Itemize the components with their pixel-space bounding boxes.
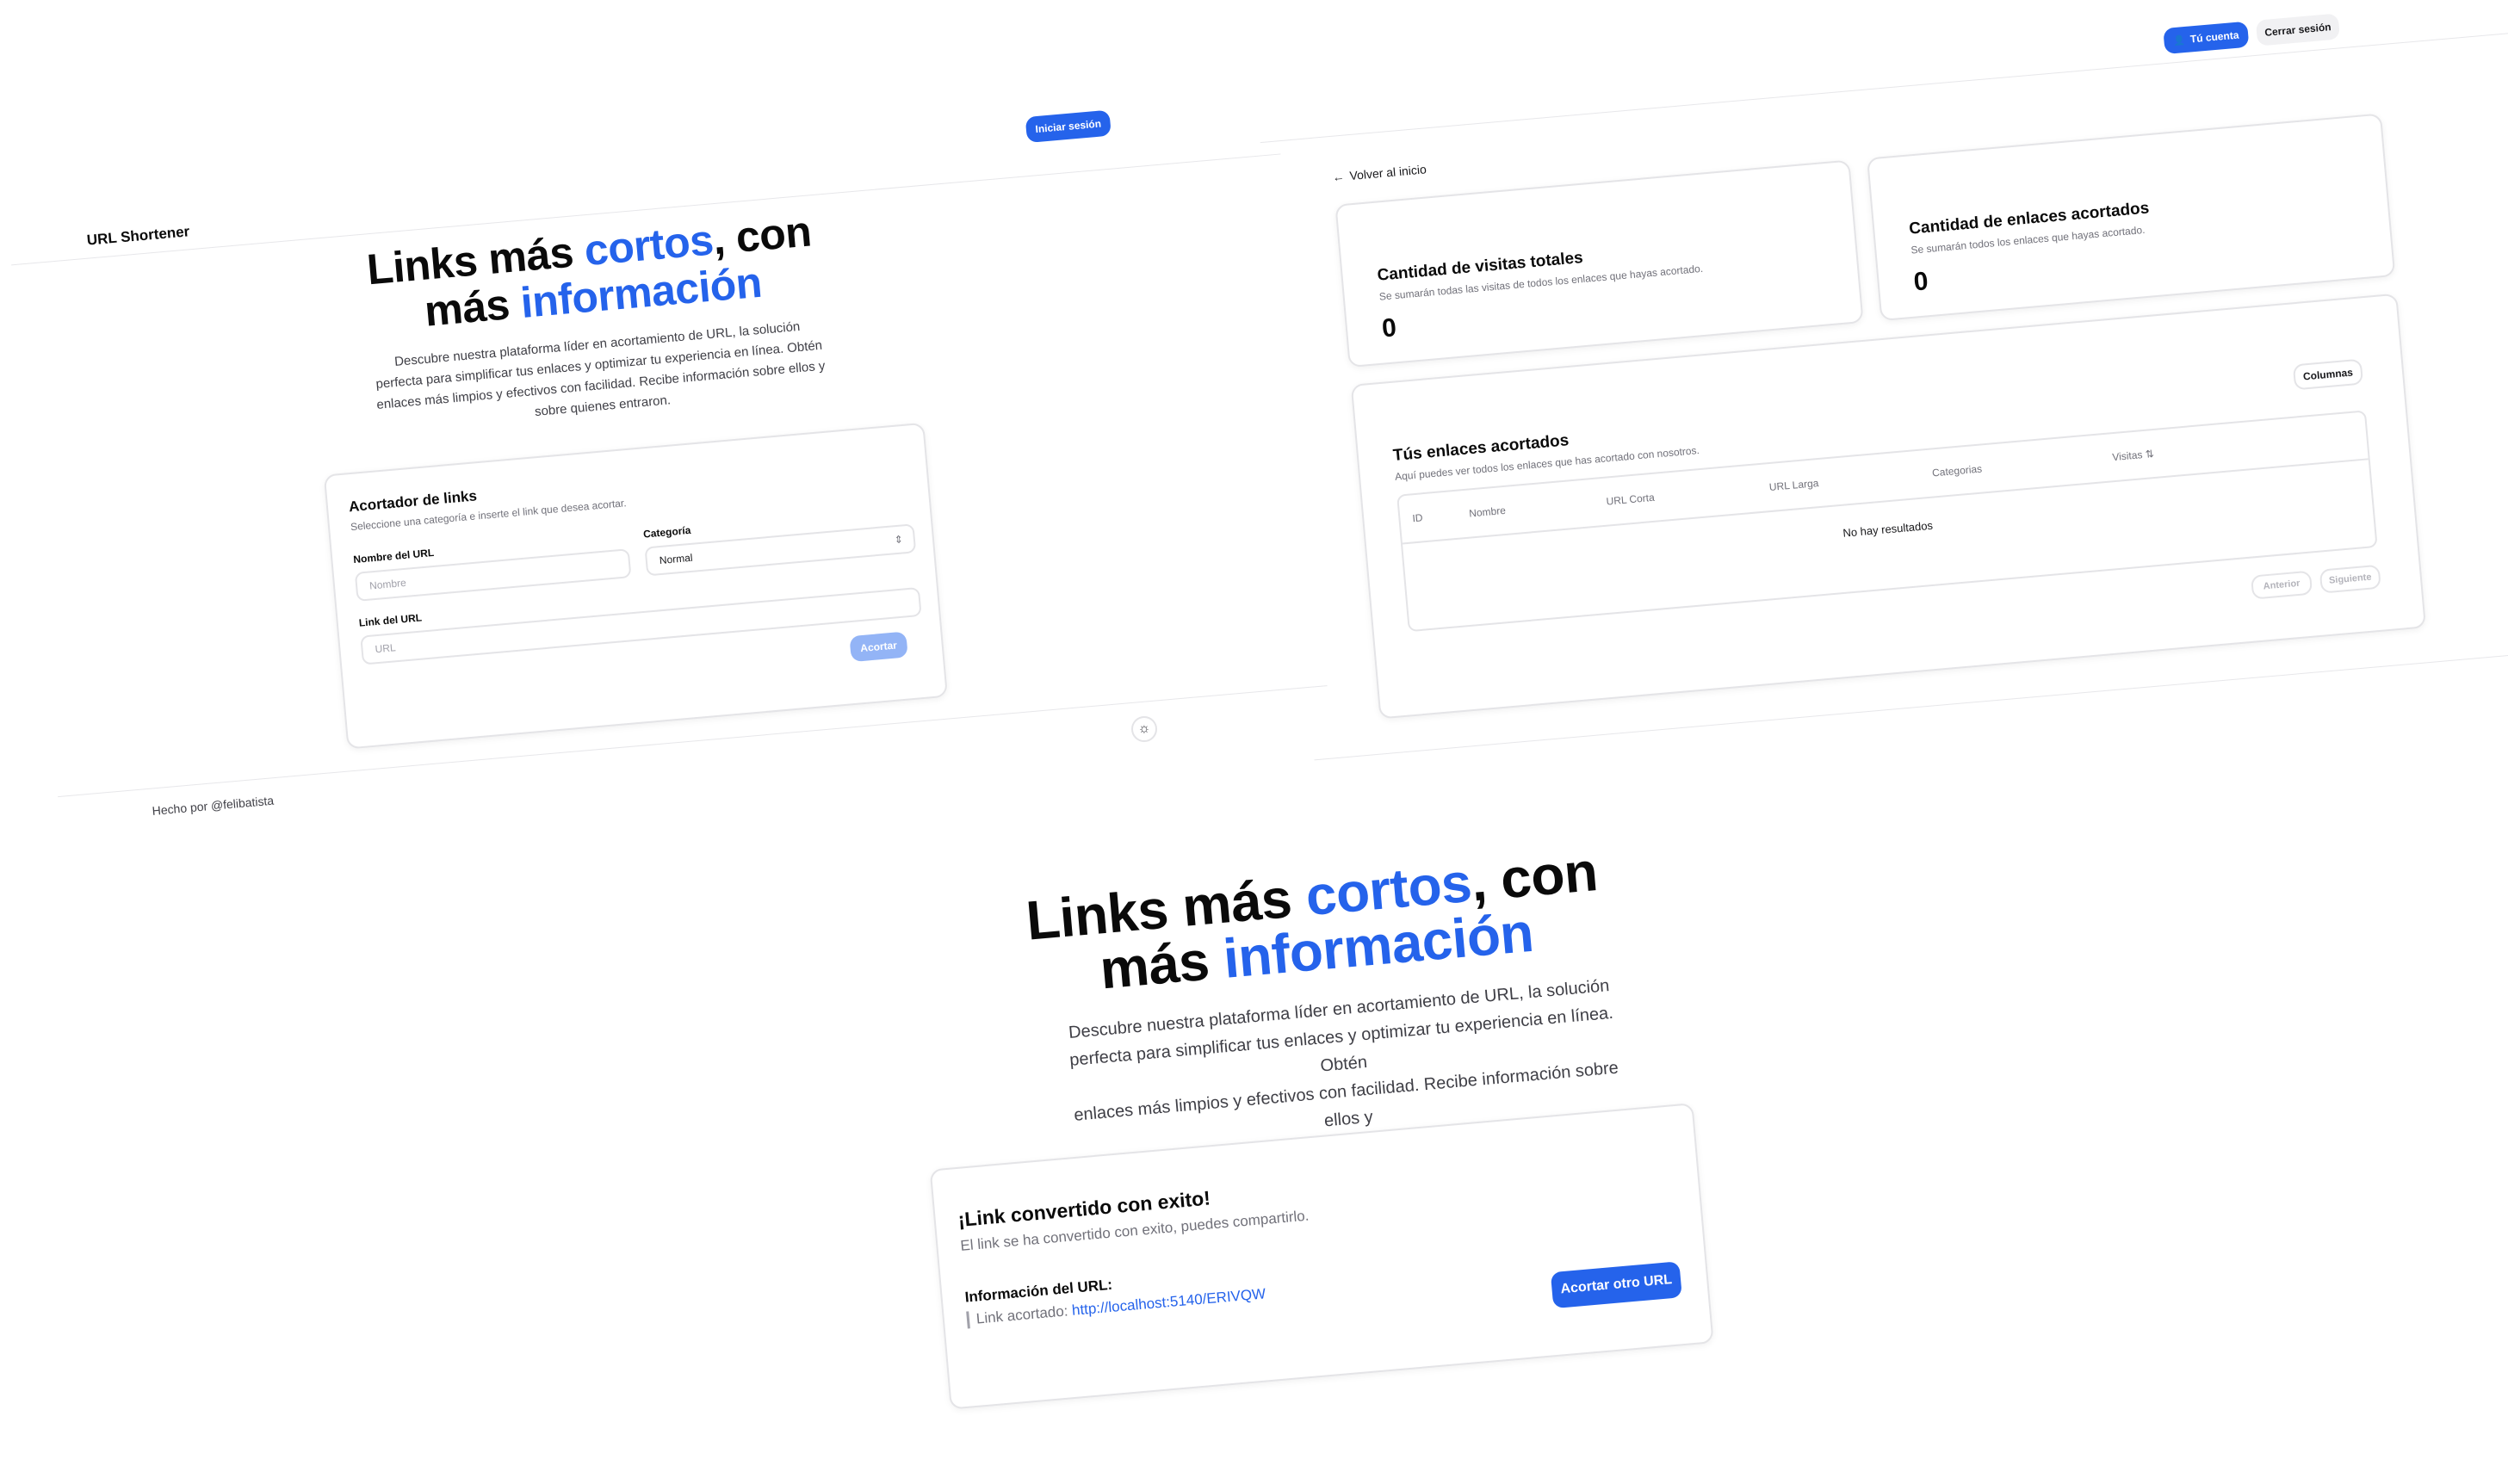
hero-text: más (422, 279, 523, 336)
logo[interactable]: URL Shortener (86, 223, 190, 249)
sun-icon[interactable]: ☼ (1131, 716, 1157, 742)
links-card: Cantidad de enlaces acortados Se sumarán… (1867, 113, 2396, 322)
hero-text: más (1097, 928, 1227, 1001)
dashboard-screen: 👤 Tú cuenta Cerrar sesión ← Volver al in… (1260, 1, 2508, 761)
name-placeholder: Nombre (368, 576, 407, 592)
success-card: ¡Link convertido con exito! El link se h… (929, 1103, 1714, 1410)
columns-button[interactable]: Columnas (2292, 358, 2364, 391)
column-header: Nombre (1468, 504, 1507, 520)
visits-card-value: 0 (1380, 313, 1398, 343)
link-label: Link del URL (358, 611, 423, 629)
back-link[interactable]: ← Volver al inicio (1332, 162, 1427, 183)
chevron-updown-icon: ⇕ (894, 533, 904, 547)
arrow-left-icon: ← (1331, 169, 1346, 184)
name-label: Nombre del URL (352, 546, 435, 566)
column-header: URL Corta (1606, 491, 1656, 508)
column-header: URL Larga (1768, 477, 1819, 494)
column-header: Visitas (2111, 448, 2144, 464)
column-header: ID (1411, 511, 1424, 525)
home-screen: Iniciar sesión URL Shortener Links más c… (0, 25, 1329, 822)
prev-page-button[interactable]: Anterior (2250, 570, 2313, 600)
shorten-button[interactable]: Acortar (849, 631, 908, 663)
sort-icon: ⇅ (2145, 448, 2155, 461)
link-input[interactable]: URL (360, 586, 922, 665)
category-value: Normal (659, 551, 694, 567)
hero-text: , con (710, 207, 814, 264)
category-label: Categoría (642, 523, 691, 541)
account-label: Tú cuenta (2189, 28, 2239, 46)
back-link-label: Volver al inicio (1348, 162, 1427, 183)
link-placeholder: URL (375, 641, 397, 656)
shortener-form-card: Acortador de links Seleccione una catego… (323, 422, 948, 750)
login-button[interactable]: Iniciar sesión (1025, 109, 1112, 144)
links-card-value: 0 (1912, 267, 1929, 297)
success-screen: Links más cortos, con más información De… (904, 807, 1760, 1444)
logout-button[interactable]: Cerrar sesión (2255, 13, 2341, 46)
hero-text: , con (1468, 839, 1601, 913)
short-url-prefix: Link acortado: (975, 1302, 1073, 1327)
visits-card: Cantidad de visitas totales Se sumarán t… (1335, 159, 1864, 368)
account-button[interactable]: 👤 Tú cuenta (2163, 21, 2250, 55)
links-table-card: Tús enlaces acortados Aquí puedes ver to… (1350, 293, 2427, 720)
visits-sort-header[interactable]: Visitas ⇅ (2112, 448, 2155, 463)
user-icon: 👤 (2172, 34, 2186, 46)
next-page-button[interactable]: Siguiente (2319, 564, 2381, 594)
shorten-another-button[interactable]: Acortar otro URL (1550, 1261, 1682, 1309)
column-header: Categorias (1931, 462, 1983, 479)
